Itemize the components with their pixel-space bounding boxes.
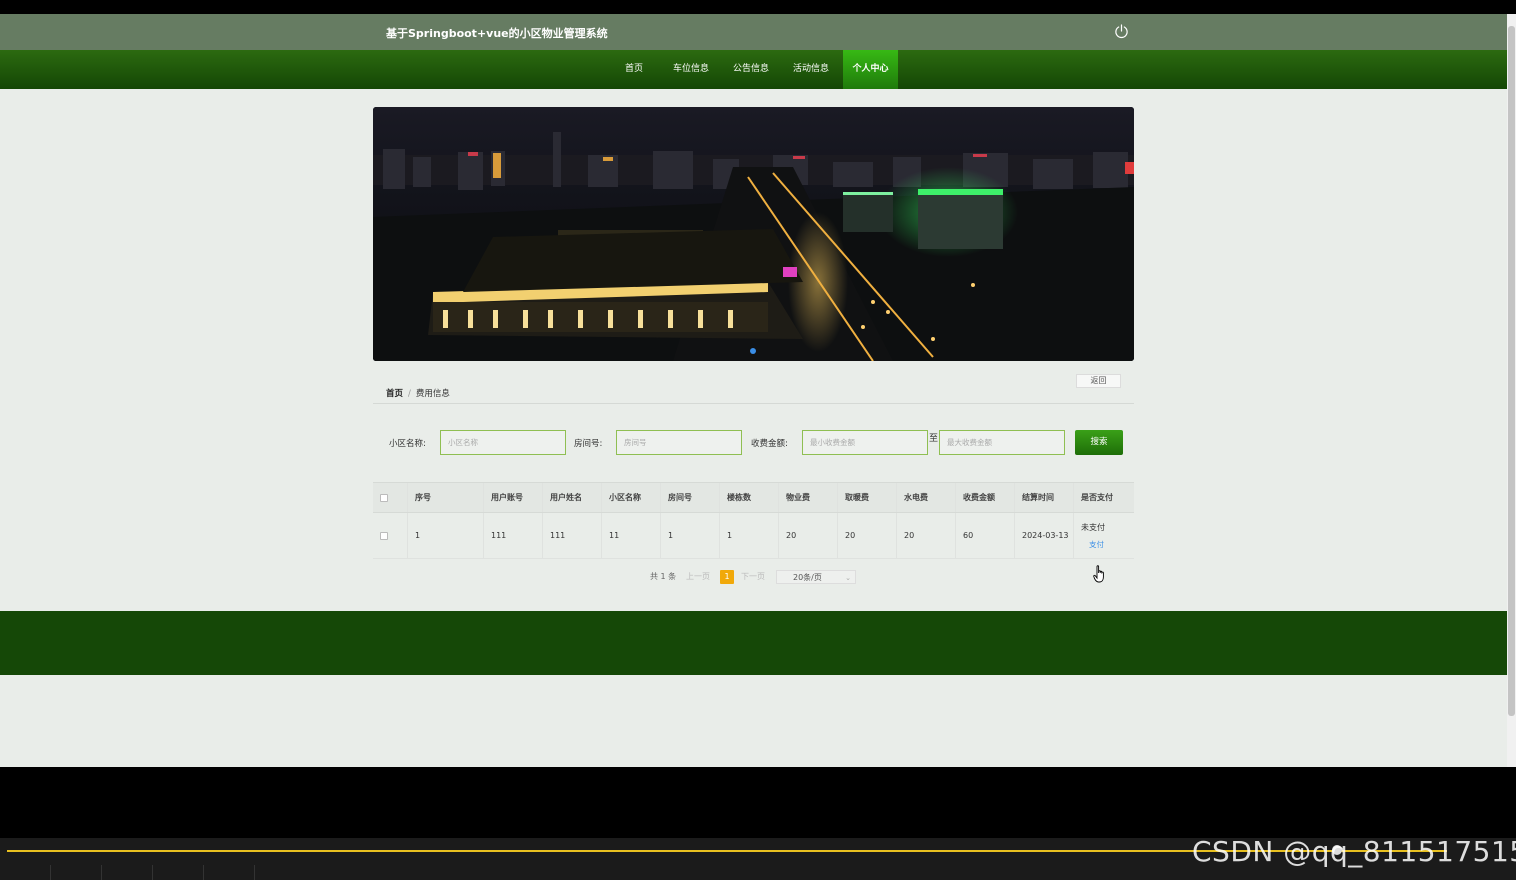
breadcrumb: 首页 / 费用信息 <box>386 387 450 399</box>
nav-personal-center[interactable]: 个人中心 <box>843 50 898 89</box>
nav-activities[interactable]: 活动信息 <box>787 50 835 89</box>
page-scrollbar[interactable] <box>1507 14 1516 767</box>
col-heating-fee: 取暖费 <box>838 483 897 512</box>
col-property-fee: 物业费 <box>779 483 838 512</box>
pay-button[interactable]: 支付 <box>1081 539 1105 550</box>
pagination-current-page[interactable]: 1 <box>720 570 734 584</box>
room-input[interactable]: 房间号 <box>616 430 742 455</box>
cell-user-name: 111 <box>543 513 602 558</box>
cell-property-fee: 20 <box>779 513 838 558</box>
header-bar: 基于Springboot+vue的小区物业管理系统 <box>0 14 1507 50</box>
banner-image <box>373 107 1134 361</box>
nav-home[interactable]: 首页 <box>614 50 654 89</box>
range-to-label: 至 <box>929 434 939 444</box>
community-input[interactable]: 小区名称 <box>440 430 566 455</box>
player-control[interactable] <box>0 865 51 880</box>
room-label: 房间号: <box>574 439 603 449</box>
row-select-cell <box>373 513 408 558</box>
table-header: 序号 用户账号 用户姓名 小区名称 房间号 楼栋数 物业费 取暖费 水电费 收费… <box>373 482 1134 513</box>
player-control[interactable] <box>204 865 255 880</box>
col-settle-time: 结算时间 <box>1015 483 1074 512</box>
nav-parking[interactable]: 车位信息 <box>667 50 715 89</box>
row-checkbox[interactable] <box>380 531 388 540</box>
payment-status: 未支付 <box>1081 522 1105 532</box>
browser-page: 基于Springboot+vue的小区物业管理系统 首页 车位信息 公告信息 活… <box>0 14 1507 767</box>
amount-max-input[interactable]: 最大收费金额 <box>939 430 1065 455</box>
col-paid: 是否支付 <box>1081 493 1113 502</box>
power-icon[interactable] <box>1114 24 1129 39</box>
cell-utility-fee: 20 <box>897 513 956 558</box>
footer <box>0 611 1507 675</box>
col-user-name: 用户姓名 <box>543 483 602 512</box>
hand-cursor-icon <box>1093 565 1104 583</box>
col-user-account: 用户账号 <box>484 483 543 512</box>
page-size-select[interactable]: 20条/页 ⌄ <box>776 570 856 584</box>
table-row[interactable]: 1 111 111 11 1 1 20 20 20 60 2024-03-13 … <box>373 513 1134 559</box>
cell-room: 1 <box>661 513 720 558</box>
page-size-value: 20条/页 <box>793 573 822 582</box>
col-charge-amount: 收费金额 <box>956 483 1015 512</box>
col-community: 小区名称 <box>602 483 661 512</box>
pagination-prev[interactable]: 上一页 <box>686 570 710 584</box>
col-room: 房间号 <box>661 483 720 512</box>
breadcrumb-home[interactable]: 首页 <box>386 389 403 399</box>
back-button[interactable]: 返回 <box>1076 374 1121 388</box>
watermark: CSDN @qq_811517515 <box>1192 835 1516 868</box>
col-utility-fee: 水电费 <box>897 483 956 512</box>
select-all-checkbox[interactable] <box>380 493 388 502</box>
cell-buildings: 1 <box>720 513 779 558</box>
select-all-cell <box>373 483 408 512</box>
amount-label: 收费金额: <box>751 439 788 449</box>
pagination-total: 共 1 条 <box>650 572 677 581</box>
col-buildings: 楼栋数 <box>720 483 779 512</box>
amount-min-input[interactable]: 最小收费金额 <box>802 430 928 455</box>
community-label: 小区名称: <box>389 439 426 449</box>
cell-index: 1 <box>408 513 484 558</box>
player-control[interactable] <box>153 865 204 880</box>
carousel-indicator[interactable] <box>750 348 756 354</box>
cell-heating-fee: 20 <box>838 513 897 558</box>
main-nav: 首页 车位信息 公告信息 活动信息 个人中心 <box>0 50 1507 89</box>
chevron-down-icon: ⌄ <box>845 574 851 582</box>
cell-settle-time: 2024-03-13 <box>1015 513 1074 558</box>
player-control[interactable] <box>51 865 102 880</box>
breadcrumb-divider <box>373 403 1134 404</box>
cell-charge-amount: 60 <box>956 513 1015 558</box>
breadcrumb-separator: / <box>408 389 411 399</box>
breadcrumb-current: 费用信息 <box>415 389 450 399</box>
cell-community: 11 <box>602 513 661 558</box>
banner-carousel[interactable] <box>373 107 1134 361</box>
scrollbar-thumb[interactable] <box>1508 26 1515 716</box>
player-control[interactable] <box>102 865 153 880</box>
nav-notices[interactable]: 公告信息 <box>727 50 775 89</box>
cell-paid: 未支付 支付 <box>1074 513 1134 558</box>
site-title: 基于Springboot+vue的小区物业管理系统 <box>386 27 608 40</box>
cell-user-account: 111 <box>484 513 543 558</box>
search-button[interactable]: 搜索 <box>1075 430 1123 455</box>
pagination-next[interactable]: 下一页 <box>741 570 765 584</box>
screen: 基于Springboot+vue的小区物业管理系统 首页 车位信息 公告信息 活… <box>0 0 1516 880</box>
col-index: 序号 <box>408 483 484 512</box>
